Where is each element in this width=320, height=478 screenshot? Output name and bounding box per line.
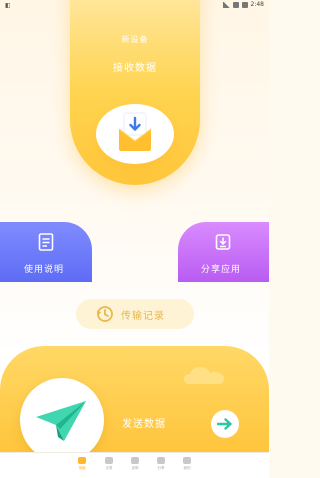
history-clock-icon	[96, 306, 113, 322]
cloud-icon	[184, 367, 224, 384]
bottom-nav: 传输 记录 说明 分享 我的	[0, 452, 269, 478]
app-screen: ◧ 2:48 新设备 接收数据 使用说明 分享应用 传输记录 发送数据 传输 记…	[0, 0, 269, 478]
paper-plane-icon	[36, 401, 86, 441]
status-time: 2:48	[250, 1, 264, 8]
nav-item-profile[interactable]: 我的	[172, 457, 202, 470]
help-icon	[131, 457, 139, 464]
battery-icon	[241, 1, 248, 8]
wifi-icon	[222, 1, 230, 8]
nav-label: 我的	[183, 466, 191, 470]
records-icon	[105, 457, 113, 464]
share-app-label: 分享应用	[201, 265, 242, 275]
notification-icon: ◧	[5, 2, 11, 9]
receive-data-label: 接收数据	[113, 63, 157, 74]
status-icons: 2:48	[222, 1, 264, 8]
hero-subtitle: 新设备	[121, 35, 149, 44]
nav-label: 传输	[78, 466, 86, 470]
share-download-icon	[215, 234, 231, 250]
arrow-right-icon	[217, 418, 232, 430]
inbox-download-icon	[118, 112, 152, 151]
profile-icon	[183, 457, 191, 464]
transfer-history-label: 传输记录	[121, 311, 165, 322]
send-data-label: 发送数据	[122, 419, 166, 430]
instructions-label: 使用说明	[24, 265, 65, 275]
transfer-icon	[78, 457, 86, 464]
signal-icon	[232, 1, 239, 8]
send-action-button[interactable]	[211, 410, 239, 438]
nav-item-transfer[interactable]: 传输	[67, 457, 97, 470]
share-icon	[157, 457, 165, 464]
document-icon	[38, 233, 54, 251]
